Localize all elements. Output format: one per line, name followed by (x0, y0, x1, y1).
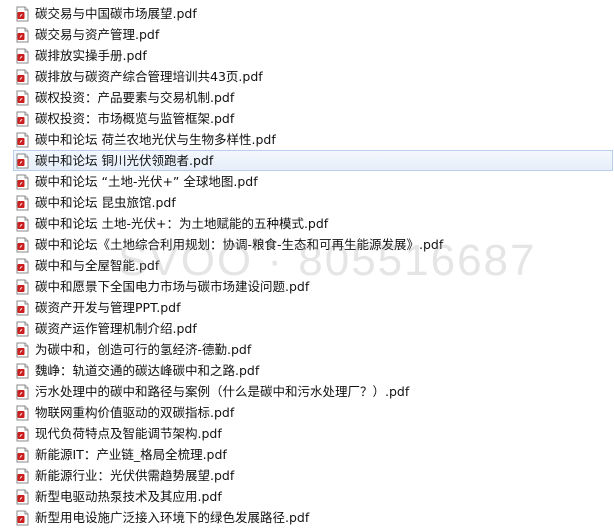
file-name: 碳中和论坛 铜川光伏领跑者.pdf (35, 153, 214, 168)
file-row[interactable]: 碳交易与中国碳市场展望.pdf (0, 3, 614, 24)
file-row[interactable]: 新型电驱动热泵技术及其应用.pdf (0, 486, 614, 507)
pdf-file-icon (16, 237, 29, 253)
pdf-file-icon (16, 69, 29, 85)
pdf-file-icon (16, 468, 29, 484)
file-name: 魏峥：轨道交通的碳达峰碳中和之路.pdf (35, 363, 260, 378)
pdf-file-icon (16, 300, 29, 316)
file-row[interactable]: 碳中和论坛 荷兰农地光伏与生物多样性.pdf (0, 129, 614, 150)
file-row[interactable]: 碳中和与全屋智能.pdf (0, 255, 614, 276)
file-row[interactable]: 碳资产运作管理机制介绍.pdf (0, 318, 614, 339)
file-row[interactable]: 碳中和论坛 昆虫旅馆.pdf (0, 192, 614, 213)
file-name: 碳中和愿景下全国电力市场与碳市场建设问题.pdf (35, 279, 310, 294)
pdf-file-icon (16, 111, 29, 127)
file-row[interactable]: 碳中和论坛 “土地-光伏+” 全球地图.pdf (0, 171, 614, 192)
file-row[interactable]: 为碳中和，创造可行的氢经济-德勤.pdf (0, 339, 614, 360)
file-row[interactable]: 新型用电设施广泛接入环境下的绿色发展路径.pdf (0, 507, 614, 528)
file-row[interactable]: 碳中和论坛《土地综合利用规划：协调-粮食-生态和可再生能源发展》.pdf (0, 234, 614, 255)
file-name: 碳权投资：市场概览与监管框架.pdf (35, 111, 235, 126)
file-row[interactable]: 碳权投资：市场概览与监管框架.pdf (0, 108, 614, 129)
file-row[interactable]: 现代负荷特点及智能调节架构.pdf (0, 423, 614, 444)
pdf-file-icon (16, 363, 29, 379)
file-name: 碳中和与全屋智能.pdf (35, 258, 160, 273)
file-row[interactable]: 新能源IT：产业链_格局全梳理.pdf (0, 444, 614, 465)
file-name: 碳排放与碳资产综合管理培训共43页.pdf (35, 69, 263, 84)
file-name: 碳中和论坛 “土地-光伏+” 全球地图.pdf (35, 174, 258, 189)
file-name: 碳权投资：产品要素与交易机制.pdf (35, 90, 235, 105)
file-row[interactable]: 污水处理中的碳中和路径与案例（什么是碳中和污水处理厂？）.pdf (0, 381, 614, 402)
file-name: 碳资产运作管理机制介绍.pdf (35, 321, 197, 336)
pdf-file-icon (16, 342, 29, 358)
pdf-file-icon (16, 279, 29, 295)
pdf-file-icon (16, 321, 29, 337)
pdf-file-icon (16, 6, 29, 22)
file-name: 碳中和论坛 荷兰农地光伏与生物多样性.pdf (35, 132, 276, 147)
file-list: 碳交易与中国碳市场展望.pdf 碳交易与资产管理.pdf 碳排放实操手册.pdf 碳排… (0, 3, 614, 528)
file-name: 碳中和论坛 昆虫旅馆.pdf (35, 195, 176, 210)
file-row[interactable]: 碳排放与碳资产综合管理培训共43页.pdf (0, 66, 614, 87)
file-name: 碳排放实操手册.pdf (35, 48, 147, 63)
file-row[interactable]: 碳中和论坛 土地-光伏+：为土地赋能的五种模式.pdf (0, 213, 614, 234)
file-name: 碳交易与资产管理.pdf (35, 27, 160, 42)
file-name: 碳中和论坛《土地综合利用规划：协调-粮食-生态和可再生能源发展》.pdf (35, 237, 444, 252)
file-name: 物联网重构价值驱动的双碳指标.pdf (35, 405, 235, 420)
file-name: 碳交易与中国碳市场展望.pdf (35, 6, 197, 21)
pdf-file-icon (16, 174, 29, 190)
file-row[interactable]: 碳权投资：产品要素与交易机制.pdf (0, 87, 614, 108)
file-row[interactable]: 新能源行业：光伏供需趋势展望.pdf (0, 465, 614, 486)
file-row[interactable]: 碳排放实操手册.pdf (0, 45, 614, 66)
file-row[interactable]: 碳资产开发与管理PPT.pdf (0, 297, 614, 318)
pdf-file-icon (16, 447, 29, 463)
file-name: 碳中和论坛 土地-光伏+：为土地赋能的五种模式.pdf (35, 216, 329, 231)
file-name: 新能源IT：产业链_格局全梳理.pdf (35, 447, 227, 462)
pdf-file-icon (16, 27, 29, 43)
pdf-file-icon (16, 258, 29, 274)
file-row[interactable]: 碳中和愿景下全国电力市场与碳市场建设问题.pdf (0, 276, 614, 297)
file-row[interactable]: 魏峥：轨道交通的碳达峰碳中和之路.pdf (0, 360, 614, 381)
pdf-file-icon (16, 405, 29, 421)
file-name: 为碳中和，创造可行的氢经济-德勤.pdf (35, 342, 252, 357)
pdf-file-icon (16, 489, 29, 505)
file-row[interactable]: 碳中和论坛 铜川光伏领跑者.pdf (13, 150, 613, 171)
file-name: 污水处理中的碳中和路径与案例（什么是碳中和污水处理厂？）.pdf (35, 384, 410, 399)
file-name: 新能源行业：光伏供需趋势展望.pdf (35, 468, 235, 483)
file-name: 现代负荷特点及智能调节架构.pdf (35, 426, 222, 441)
file-name: 碳资产开发与管理PPT.pdf (35, 300, 181, 315)
pdf-file-icon (16, 510, 29, 526)
file-name: 新型用电设施广泛接入环境下的绿色发展路径.pdf (35, 510, 310, 525)
pdf-file-icon (16, 384, 29, 400)
pdf-file-icon (16, 216, 29, 232)
pdf-file-icon (16, 90, 29, 106)
pdf-file-icon (16, 195, 29, 211)
pdf-file-icon (16, 426, 29, 442)
pdf-file-icon (16, 132, 29, 148)
pdf-file-icon (16, 48, 29, 64)
file-row[interactable]: 碳交易与资产管理.pdf (0, 24, 614, 45)
file-row[interactable]: 物联网重构价值驱动的双碳指标.pdf (0, 402, 614, 423)
file-name: 新型电驱动热泵技术及其应用.pdf (35, 489, 222, 504)
pdf-file-icon (16, 153, 29, 169)
